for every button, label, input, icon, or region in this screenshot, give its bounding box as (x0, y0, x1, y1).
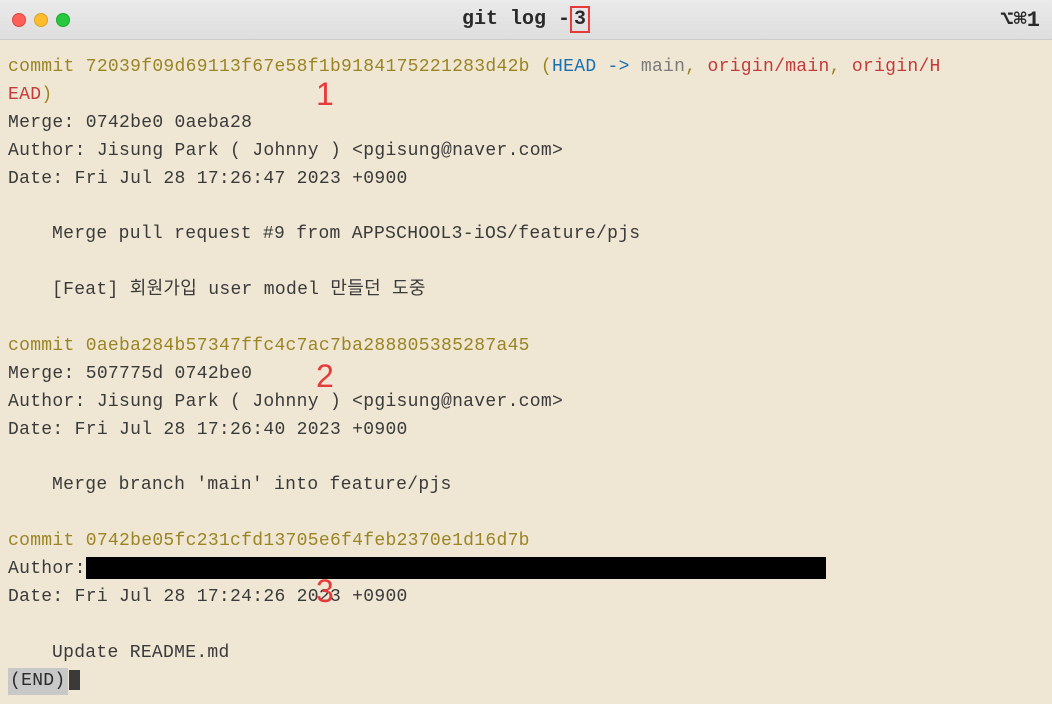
commit-message: Merge pull request #9 from APPSCHOOL3-iO… (8, 221, 1044, 249)
window-controls (12, 13, 70, 27)
annotation-3: 3 (316, 573, 334, 610)
commit-entry: commit 72039f09d69113f67e58f1b9184175221… (8, 54, 1044, 82)
commit-hash-line: commit 0742be05fc231cfd13705e6f4feb2370e… (8, 531, 530, 551)
minimize-button[interactable] (34, 13, 48, 27)
commit-entry: commit 0aeba284b57347ffc4c7ac7ba28880538… (8, 333, 1044, 361)
annotation-2: 2 (316, 358, 334, 395)
blank-line (8, 444, 1044, 472)
annotation-1: 1 (316, 76, 334, 113)
blank-line (8, 612, 1044, 640)
blank-line (8, 500, 1044, 528)
merge-line: Merge: 507775d 0742be0 (8, 361, 1044, 389)
commit-entry-line2: EAD) (8, 82, 1044, 110)
author-line-redacted: Author: (8, 556, 1044, 584)
maximize-button[interactable] (56, 13, 70, 27)
cursor (69, 670, 80, 690)
ref-origin-head: origin/H (852, 57, 941, 77)
date-line: Date: Fri Jul 28 17:26:47 2023 +0900 (8, 166, 1044, 194)
end-marker: (END) (8, 668, 68, 696)
merge-line: Merge: 0742be0 0aeba28 (8, 110, 1044, 138)
title-bar: git log -3 ⌥⌘1 (0, 0, 1052, 40)
author-line: Author: Jisung Park ( Johnny ) <pgisung@… (8, 138, 1044, 166)
blank-line (8, 249, 1044, 277)
date-line: Date: Fri Jul 28 17:26:40 2023 +0900 (8, 417, 1044, 445)
ref-origin-main: origin/main (707, 57, 829, 77)
author-line: Author: Jisung Park ( Johnny ) <pgisung@… (8, 389, 1044, 417)
commit-hash-line: commit 0aeba284b57347ffc4c7ac7ba28880538… (8, 336, 530, 356)
commit-message: Update README.md (8, 640, 1044, 668)
close-button[interactable] (12, 13, 26, 27)
commit-message: [Feat] 회원가입 user model 만들던 도중 (8, 277, 1044, 305)
pager-end: (END) (8, 668, 1044, 696)
terminal-output[interactable]: commit 72039f09d69113f67e58f1b9184175221… (0, 40, 1052, 695)
commit-entry: commit 0742be05fc231cfd13705e6f4feb2370e… (8, 528, 1044, 556)
title-prefix: git log - (462, 8, 570, 31)
window-title: git log -3 (462, 8, 590, 31)
redacted-author (86, 557, 826, 579)
blank-line (8, 193, 1044, 221)
shortcut-hint: ⌥⌘1 (1000, 7, 1040, 33)
blank-line (8, 305, 1044, 333)
ref-head: HEAD -> (552, 57, 641, 77)
commit-message: Merge branch 'main' into feature/pjs (8, 472, 1044, 500)
commit-hash-line: commit 72039f09d69113f67e58f1b9184175221… (8, 57, 530, 77)
ref-branch-main: main (641, 57, 685, 77)
date-line: Date: Fri Jul 28 17:24:26 2023 +0900 (8, 584, 1044, 612)
title-highlight: 3 (570, 6, 590, 33)
